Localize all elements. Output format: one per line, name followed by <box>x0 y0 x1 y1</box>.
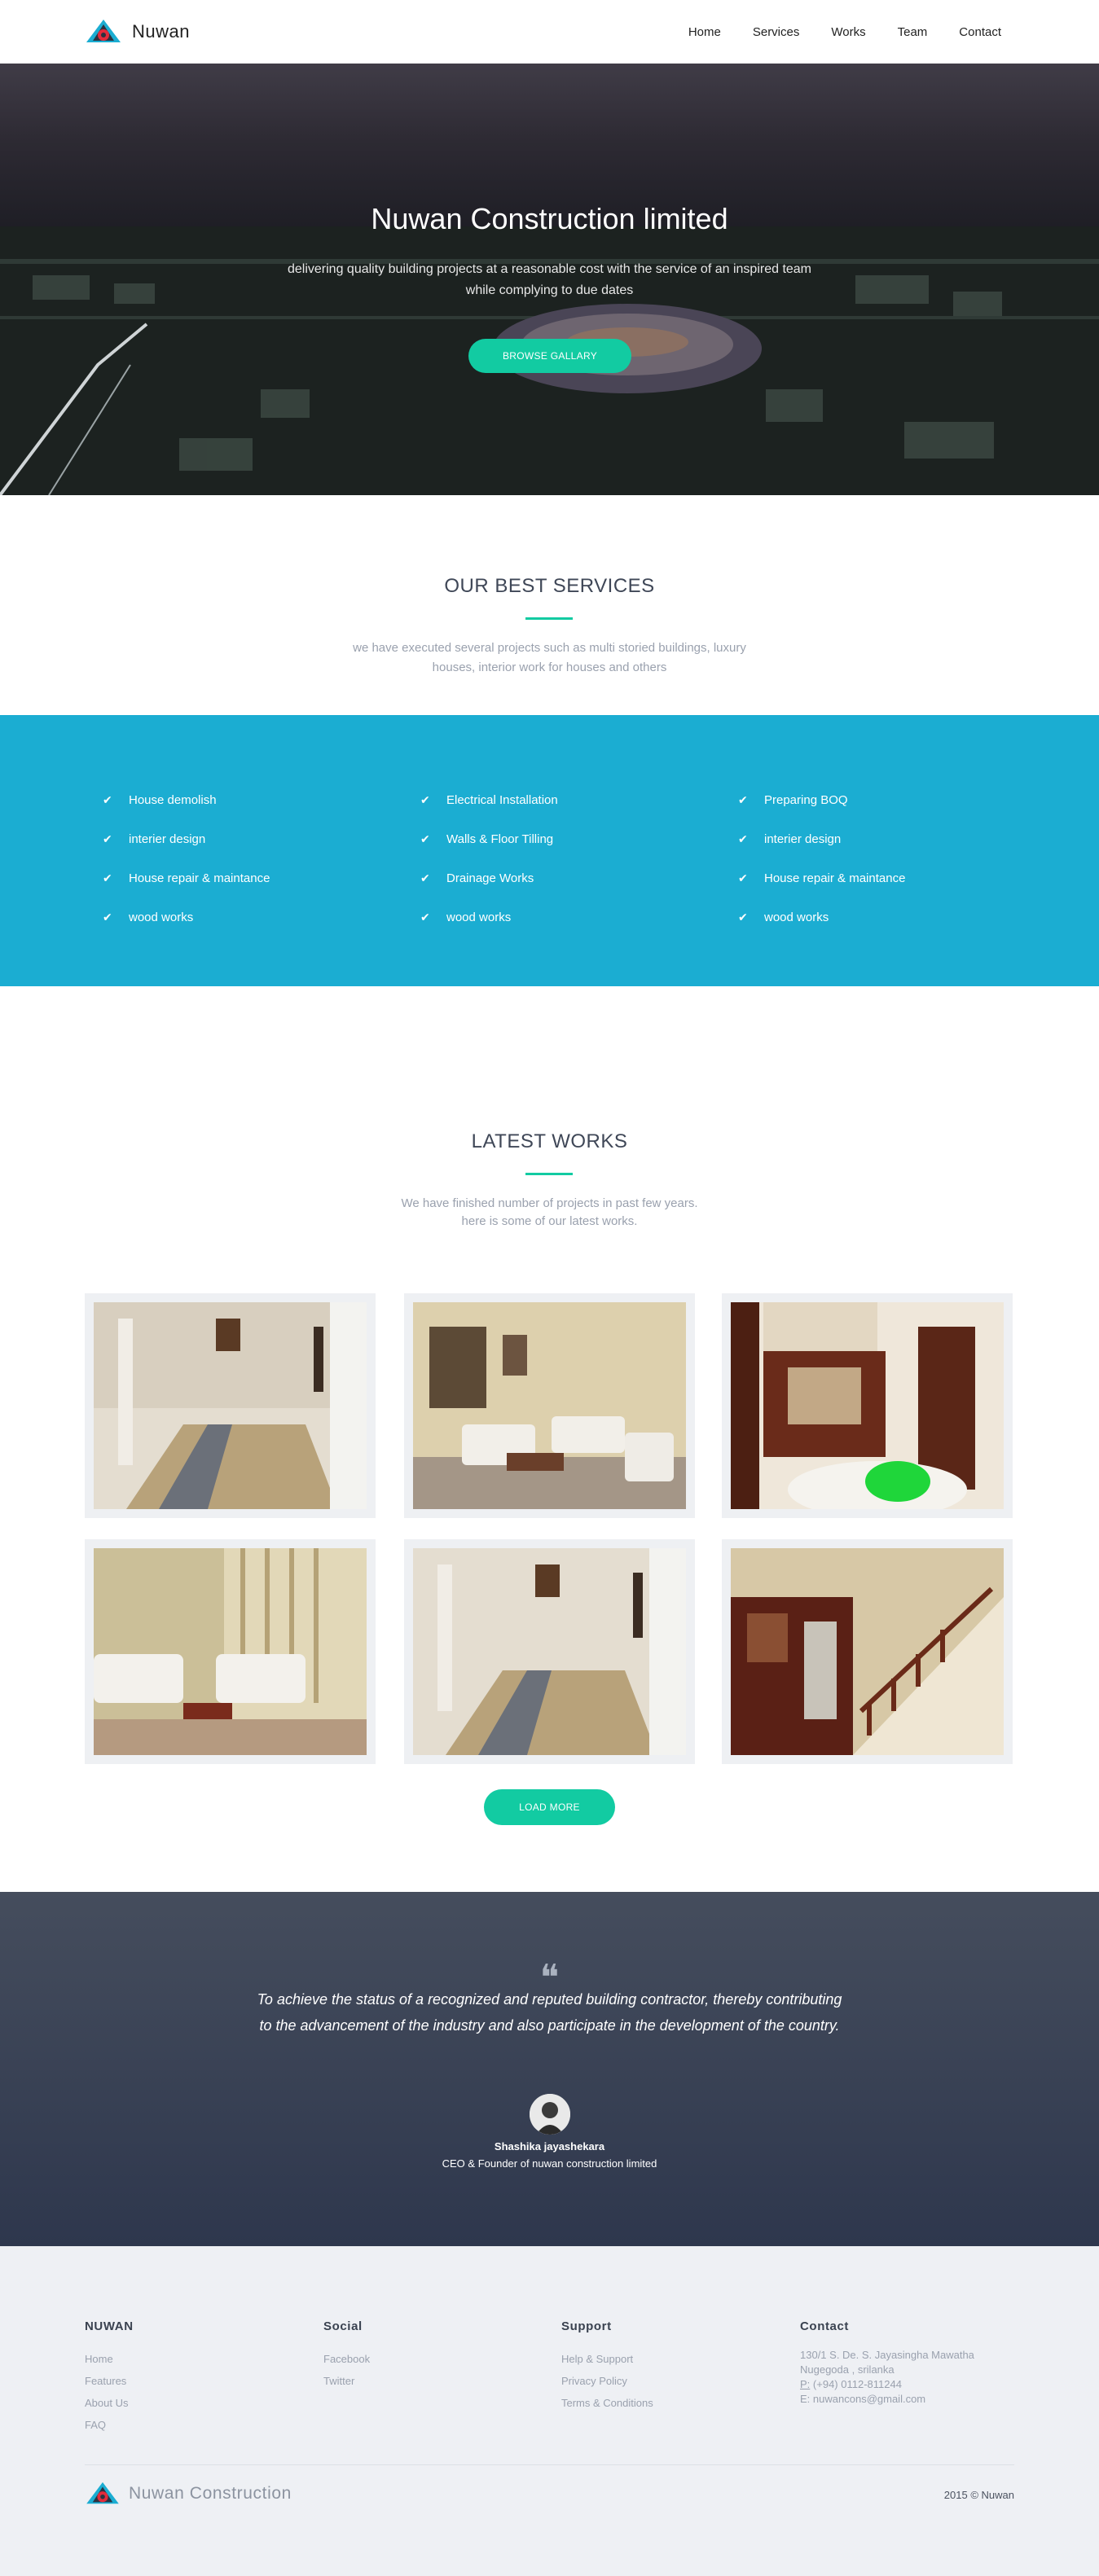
nav-home-link[interactable]: Home <box>688 25 721 39</box>
brand[interactable]: Nuwan <box>85 18 190 46</box>
nav-works-link[interactable]: Works <box>831 25 865 39</box>
logo-icon <box>86 20 121 42</box>
nav-services-link[interactable]: Services <box>753 25 800 39</box>
page-spacer <box>0 0 1099 2576</box>
brand-name: Nuwan <box>132 21 190 42</box>
top-nav: Nuwan Home Services Works Team Contact <box>0 0 1099 64</box>
main-menu: Home Services Works Team Contact <box>688 25 1001 39</box>
nav-team-link[interactable]: Team <box>898 25 928 39</box>
nav-contact-link[interactable]: Contact <box>959 25 1001 39</box>
